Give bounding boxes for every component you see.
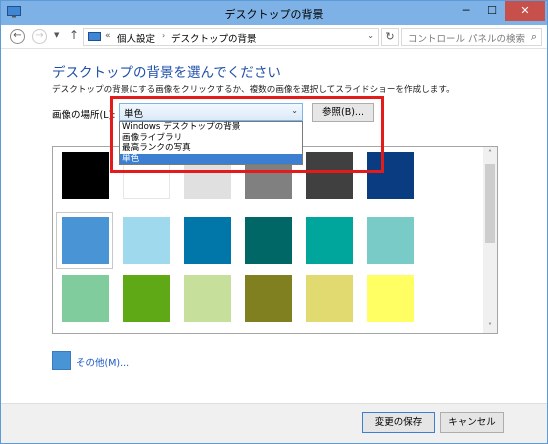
address-dropdown-icon[interactable]: ⌄	[367, 31, 374, 40]
page-description: デスクトップの背景にする画像をクリックするか、複数の画像を選択してスライドショー…	[52, 85, 455, 95]
page-title: デスクトップの背景を選んでください	[52, 65, 281, 81]
option-pictures-library[interactable]: 画像ライブラリ	[120, 133, 302, 144]
scroll-down-icon[interactable]: ˅	[483, 322, 497, 331]
search-input[interactable]: コントロール パネルの検索 ⌕	[401, 28, 542, 46]
close-button[interactable]: ✕	[505, 1, 545, 21]
recent-locations-button[interactable]: ▼	[54, 31, 59, 39]
save-changes-button[interactable]: 変更の保存	[362, 412, 435, 433]
color-swatch-grid: ˄ ˅	[52, 146, 498, 334]
color-swatch[interactable]	[367, 217, 414, 264]
color-swatch[interactable]	[62, 152, 109, 199]
color-swatch[interactable]	[123, 217, 170, 264]
color-swatch[interactable]	[62, 275, 109, 322]
vertical-scrollbar[interactable]: ˄ ˅	[483, 147, 497, 333]
color-swatch[interactable]	[306, 275, 353, 322]
option-solid-colors[interactable]: 単色	[120, 153, 302, 164]
option-windows-desktop-backgrounds[interactable]: Windows デスクトップの背景	[120, 122, 302, 133]
minimize-button[interactable]: ─	[453, 1, 479, 21]
refresh-button[interactable]: ↻	[381, 28, 399, 46]
color-swatch[interactable]	[367, 275, 414, 322]
color-swatch[interactable]	[245, 275, 292, 322]
desktop-background-window: デスクトップの背景 ─ ☐ ✕ ← → ▼ ↑ « 個人設定 › デスクトップの…	[0, 0, 548, 444]
picture-location-value: 単色	[124, 109, 144, 120]
color-swatch[interactable]	[306, 152, 353, 199]
chevron-down-icon[interactable]: ⌄	[291, 106, 298, 115]
scroll-thumb[interactable]	[485, 164, 495, 243]
color-swatch[interactable]	[306, 217, 353, 264]
picture-location-label: 画像の場所(L):	[52, 110, 116, 121]
picture-location-select[interactable]: 単色 ⌄	[119, 103, 303, 121]
color-swatch[interactable]	[184, 217, 231, 264]
up-button[interactable]: ↑	[69, 28, 79, 42]
navigation-bar: ← → ▼ ↑ « 個人設定 › デスクトップの背景 ⌄ ↻ コントロール パネ…	[1, 25, 547, 49]
address-bar[interactable]: « 個人設定 › デスクトップの背景 ⌄	[83, 28, 379, 46]
title-bar: デスクトップの背景 ─ ☐ ✕	[1, 1, 547, 25]
back-button[interactable]: ←	[10, 29, 25, 44]
breadcrumb-separator[interactable]: ›	[162, 31, 165, 40]
color-swatch[interactable]	[184, 275, 231, 322]
scroll-up-icon[interactable]: ˄	[483, 149, 497, 158]
maximize-button[interactable]: ☐	[479, 1, 505, 21]
breadcrumb-desktop-background[interactable]: デスクトップの背景	[171, 31, 257, 45]
search-icon[interactable]: ⌕	[531, 30, 537, 44]
color-swatch[interactable]	[245, 217, 292, 264]
forward-button[interactable]: →	[32, 29, 47, 44]
option-top-rated-photos[interactable]: 最高ランクの写真	[120, 143, 302, 154]
color-swatch[interactable]	[367, 152, 414, 199]
more-colors-swatch[interactable]	[52, 351, 71, 370]
search-placeholder: コントロール パネルの検索	[408, 34, 526, 45]
control-panel-icon	[88, 32, 101, 41]
footer-bar: 変更の保存 キャンセル	[1, 403, 547, 443]
cancel-button[interactable]: キャンセル	[440, 412, 504, 433]
color-swatch[interactable]	[123, 275, 170, 322]
breadcrumb-personalization[interactable]: 個人設定	[117, 31, 155, 45]
more-colors-link[interactable]: その他(M)...	[76, 355, 129, 369]
color-swatch[interactable]	[62, 217, 109, 264]
browse-button[interactable]: 参照(B)...	[312, 103, 374, 122]
picture-location-dropdown-list: Windows デスクトップの背景 画像ライブラリ 最高ランクの写真 単色	[119, 121, 303, 165]
breadcrumb-overflow-chevron[interactable]: «	[105, 31, 111, 41]
